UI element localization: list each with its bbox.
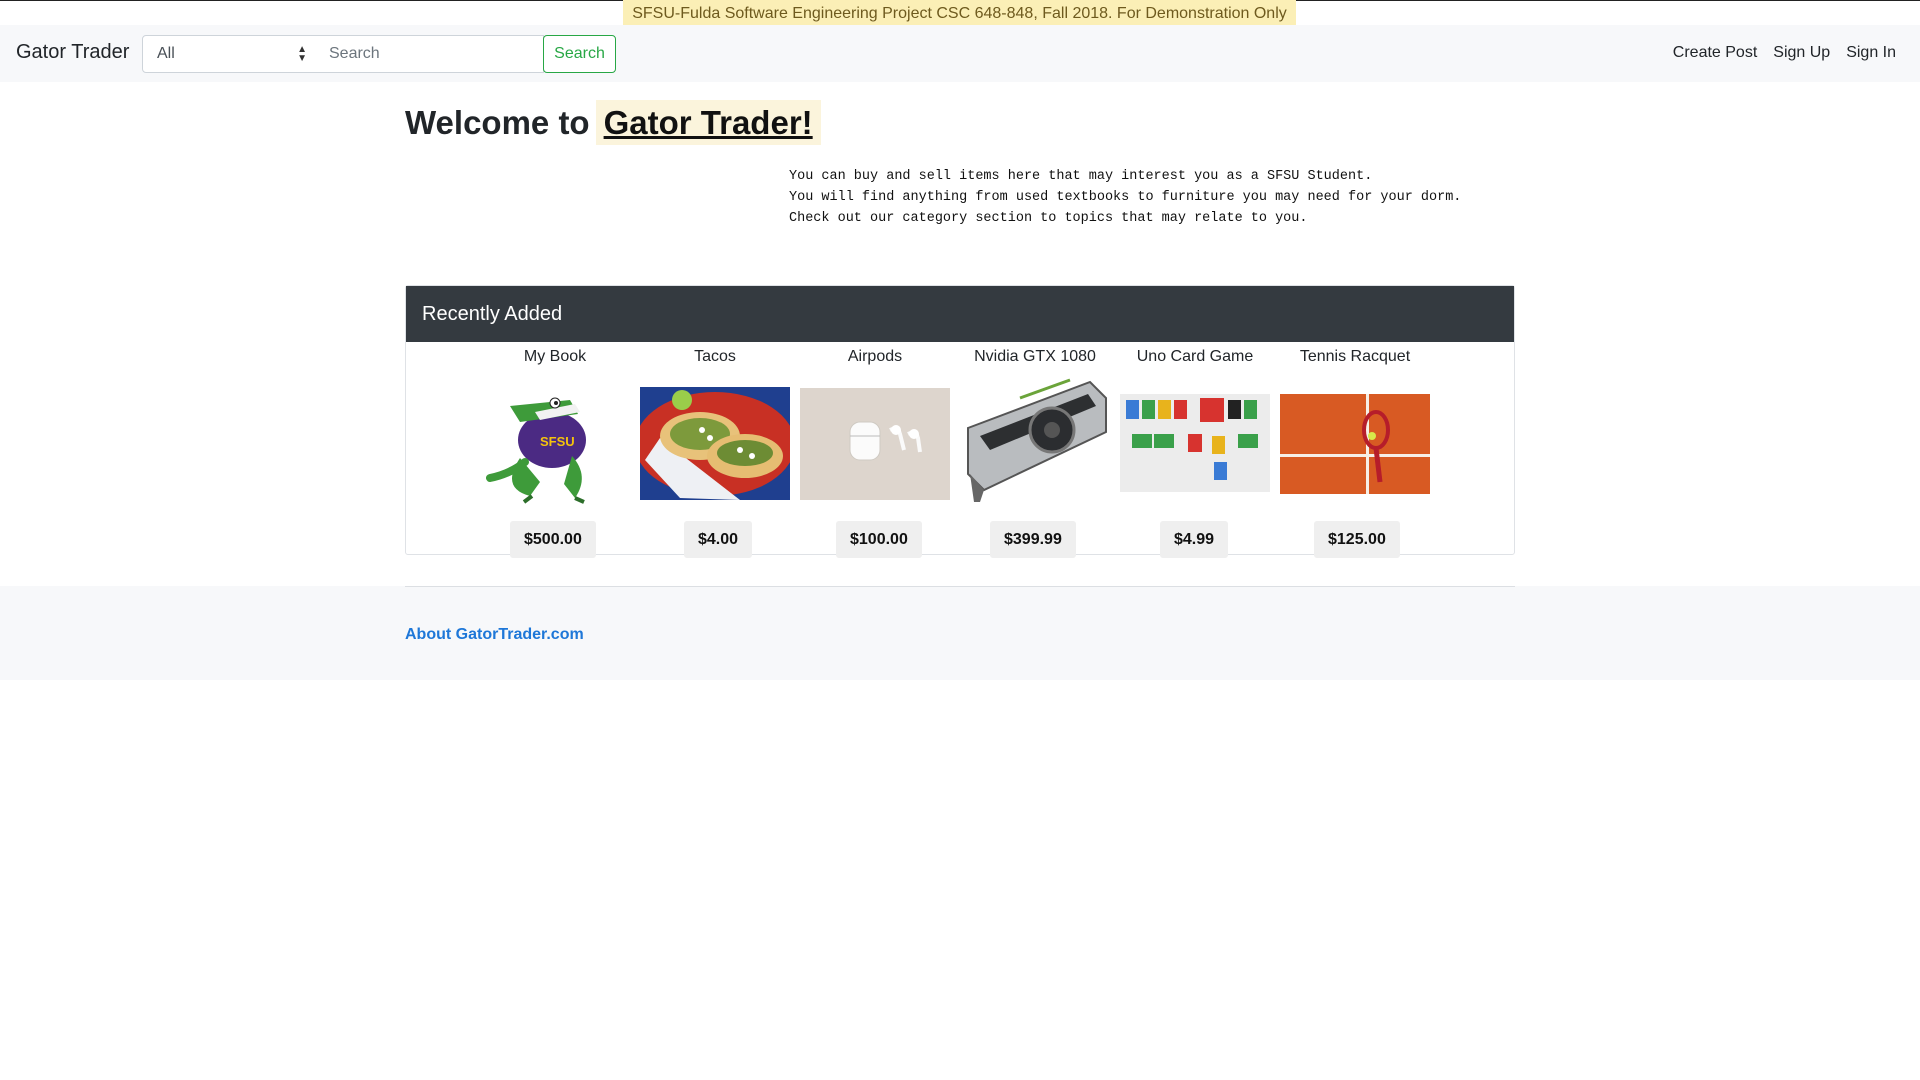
item-price: $100.00 [836,521,922,558]
category-select-value: All [157,45,175,62]
create-post-link[interactable]: Create Post [1673,44,1757,62]
item-card-nvidia-gtx-1080[interactable]: Nvidia GTX 1080 $399.99 [960,342,1110,558]
select-arrows-icon: ▲ ▼ [297,44,307,64]
recent-items-list: My Book SFSU $500.00 Tacos $4.00 Airpods… [406,342,1514,558]
category-select[interactable]: All ▲ ▼ [142,35,318,73]
item-title[interactable]: Tennis Racquet [1280,348,1430,366]
search-button[interactable]: Search [543,35,616,73]
intro-line: You can buy and sell items here that may… [789,169,1373,184]
item-title[interactable]: My Book [480,348,630,366]
item-card-uno-card-game[interactable]: Uno Card Game $4.99 [1120,342,1270,558]
intro-text: You can buy and sell items here that may… [789,166,1461,229]
welcome-heading: Welcome to Gator Trader! [405,100,821,145]
item-card-airpods[interactable]: Airpods $100.00 [800,342,950,558]
search-input[interactable] [317,35,544,73]
footer: About GatorTrader.com [0,586,1920,680]
airpods-image[interactable] [800,378,950,510]
item-title[interactable]: Tacos [640,348,790,366]
item-card-tennis-racquet[interactable]: Tennis Racquet $125.00 [1280,342,1430,558]
intro-line: Check out our category section to topics… [789,211,1308,226]
item-title[interactable]: Uno Card Game [1120,348,1270,366]
tacos-image[interactable] [640,378,790,510]
uno-cards-image[interactable] [1120,378,1270,510]
demo-banner: SFSU-Fulda Software Engineering Project … [623,0,1296,25]
recently-added-header: Recently Added [406,286,1514,342]
item-price: $125.00 [1314,521,1400,558]
welcome-prefix: Welcome to [405,104,590,141]
item-card-tacos[interactable]: Tacos $4.00 [640,342,790,558]
item-price: $4.99 [1160,521,1229,558]
navbar: Gator Trader All ▲▼ Search Create Post S… [0,25,1920,82]
item-title[interactable]: Nvidia GTX 1080 [960,348,1110,366]
footer-divider [405,586,1515,587]
sign-in-link[interactable]: Sign In [1846,44,1896,62]
sign-up-link[interactable]: Sign Up [1773,44,1830,62]
item-title[interactable]: Airpods [800,348,950,366]
brand-link[interactable]: Gator Trader [16,41,129,64]
recently-added-card: Recently Added My Book SFSU $500.00 Taco… [405,285,1515,558]
item-price: $399.99 [990,521,1076,558]
svg-text:SFSU: SFSU [540,434,575,449]
gator-mascot-image[interactable]: SFSU [480,378,630,510]
item-price: $500.00 [510,521,596,558]
nav-links: Create Post Sign Up Sign In [1673,44,1896,62]
about-link[interactable]: About GatorTrader.com [405,626,584,644]
tennis-racquet-image[interactable] [1280,378,1430,510]
item-card-my-book[interactable]: My Book SFSU $500.00 [480,342,630,558]
item-price: $4.00 [684,521,753,558]
site-name-highlight: Gator Trader! [595,100,821,145]
graphics-card-image[interactable] [960,378,1110,510]
intro-line: You will find anything from used textboo… [789,190,1462,205]
